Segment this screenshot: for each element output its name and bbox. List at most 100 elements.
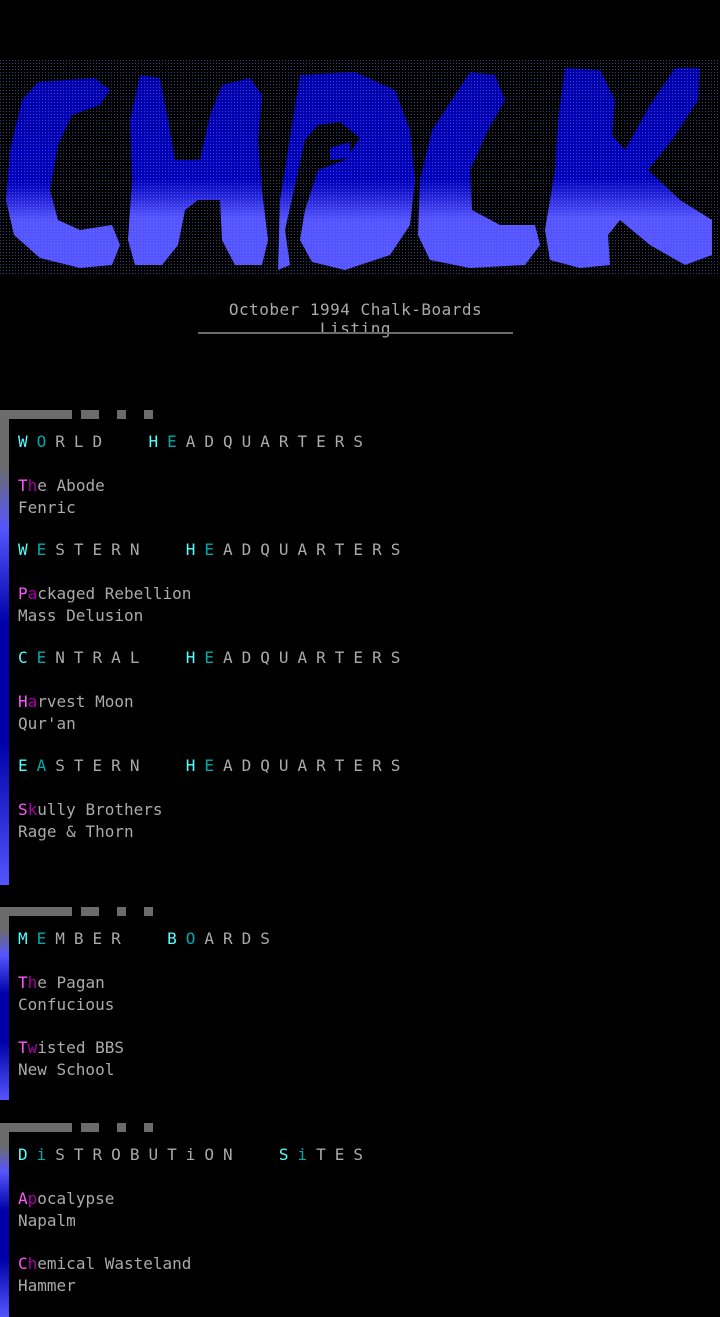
board-sysop: Confucious bbox=[18, 995, 115, 1014]
heading-second: O bbox=[185, 929, 205, 948]
heading-rest: STERN bbox=[55, 540, 149, 559]
heading-second: O bbox=[36, 432, 56, 451]
heading-initial: H bbox=[185, 756, 205, 775]
board-name: Harvest Moon bbox=[18, 692, 134, 712]
subtitle-underline bbox=[198, 332, 513, 334]
frame-dash bbox=[117, 907, 126, 916]
heading-initial: D bbox=[18, 1145, 37, 1164]
board-name: Packaged Rebellion bbox=[18, 584, 191, 604]
board-name: Apocalypse bbox=[18, 1189, 114, 1209]
frame-dash bbox=[117, 1123, 126, 1132]
board-second: h bbox=[27, 973, 38, 992]
frame-top-bar bbox=[0, 907, 72, 916]
board-rest: rvest Moon bbox=[37, 692, 134, 711]
board-name: The Abode bbox=[18, 476, 105, 496]
heading-rest: STERN bbox=[55, 756, 149, 775]
frame-dash bbox=[144, 907, 153, 916]
heading-second: E bbox=[204, 756, 223, 775]
board-sysop: Rage & Thorn bbox=[18, 822, 134, 841]
frame-left-bar bbox=[0, 410, 9, 885]
heading-second: i bbox=[297, 1145, 317, 1164]
section-heading: WESTERN HEADQUARTERS bbox=[18, 540, 409, 560]
heading-initial: H bbox=[185, 648, 205, 667]
heading-rest: RLD bbox=[55, 432, 112, 451]
board-rest: emical Wasteland bbox=[37, 1254, 192, 1273]
heading-second: E bbox=[36, 648, 56, 667]
board-rest: ckaged Rebellion bbox=[37, 584, 192, 603]
heading-initial: H bbox=[148, 432, 168, 451]
board-sysop: New School bbox=[18, 1060, 115, 1079]
frame-top-bar bbox=[0, 1123, 72, 1132]
heading-second: E bbox=[204, 648, 223, 667]
frame-dash bbox=[81, 907, 99, 916]
heading-rest: ADQUARTERS bbox=[223, 648, 410, 667]
board-sysop: Hammer bbox=[18, 1276, 76, 1295]
section-heading: EASTERN HEADQUARTERS bbox=[18, 756, 409, 776]
board-sysop: Fenric bbox=[18, 498, 76, 517]
section-heading: WORLD HEADQUARTERS bbox=[18, 432, 372, 452]
heading-initial: S bbox=[278, 1145, 298, 1164]
frame-dash bbox=[81, 1123, 99, 1132]
board-sysop: Napalm bbox=[18, 1211, 76, 1230]
board-name: Skully Brothers bbox=[18, 800, 163, 820]
heading-rest: ADQUARTERS bbox=[185, 432, 373, 451]
heading-rest: TES bbox=[316, 1145, 373, 1164]
board-second: k bbox=[27, 800, 38, 819]
chalk-logo bbox=[0, 60, 720, 275]
heading-second: E bbox=[36, 929, 56, 948]
board-name: The Pagan bbox=[18, 973, 105, 993]
heading-initial: C bbox=[18, 648, 37, 667]
board-initial: P bbox=[18, 584, 28, 603]
board-sysop: Qur'an bbox=[18, 714, 76, 733]
board-initial: T bbox=[18, 1038, 28, 1057]
board-initial: H bbox=[18, 692, 28, 711]
section-2: DiSTROBUTiON SiTES Apocalypse Napalm Chemic… bbox=[0, 1123, 720, 1317]
board-rest: e Abode bbox=[37, 476, 105, 495]
heading-initial: H bbox=[185, 540, 205, 559]
frame-dash bbox=[81, 410, 99, 419]
board-sysop: Mass Delusion bbox=[18, 606, 144, 625]
heading-rest: ADQUARTERS bbox=[223, 540, 410, 559]
frame-left-bar bbox=[0, 907, 9, 1100]
board-initial: C bbox=[18, 1254, 28, 1273]
section-0: WORLD HEADQUARTERS The Abode Fenric WESTERN… bbox=[0, 410, 720, 885]
heading-initial: W bbox=[18, 432, 37, 451]
heading-second: E bbox=[204, 540, 223, 559]
heading-initial: W bbox=[18, 540, 37, 559]
board-rest: isted BBS bbox=[37, 1038, 124, 1057]
heading-second: E bbox=[36, 540, 56, 559]
board-initial: T bbox=[18, 476, 28, 495]
board-rest: e Pagan bbox=[37, 973, 105, 992]
frame-left-bar bbox=[0, 1123, 9, 1317]
heading-rest: MBER bbox=[55, 929, 130, 948]
board-second: p bbox=[27, 1189, 38, 1208]
board-initial: A bbox=[18, 1189, 28, 1208]
board-second: a bbox=[27, 692, 38, 711]
board-initial: S bbox=[18, 800, 28, 819]
board-initial: T bbox=[18, 973, 28, 992]
heading-initial: E bbox=[18, 756, 37, 775]
board-rest: ully Brothers bbox=[37, 800, 163, 819]
frame-top-bar bbox=[0, 410, 72, 419]
heading-second: E bbox=[167, 432, 186, 451]
heading-initial: M bbox=[18, 929, 37, 948]
board-rest: ocalypse bbox=[37, 1189, 115, 1208]
heading-rest: ARDS bbox=[204, 929, 279, 948]
heading-rest: STROBUTiON bbox=[55, 1145, 242, 1164]
board-second: a bbox=[27, 584, 38, 603]
board-name: Chemical Wasteland bbox=[18, 1254, 191, 1274]
section-heading: CENTRAL HEADQUARTERS bbox=[18, 648, 409, 668]
frame-dash bbox=[144, 410, 153, 419]
section-heading: DiSTROBUTiON SiTES bbox=[18, 1145, 372, 1165]
board-second: h bbox=[27, 476, 38, 495]
board-second: w bbox=[27, 1038, 38, 1057]
board-second: h bbox=[27, 1254, 38, 1273]
section-1: MEMBER BOARDS The Pagan Confucious Twisted … bbox=[0, 907, 720, 1100]
frame-dash bbox=[144, 1123, 153, 1132]
section-heading: MEMBER BOARDS bbox=[18, 929, 279, 949]
heading-second: i bbox=[36, 1145, 56, 1164]
heading-rest: ADQUARTERS bbox=[223, 756, 410, 775]
heading-second: A bbox=[36, 756, 56, 775]
heading-rest: NTRAL bbox=[55, 648, 149, 667]
heading-initial: B bbox=[167, 929, 186, 948]
